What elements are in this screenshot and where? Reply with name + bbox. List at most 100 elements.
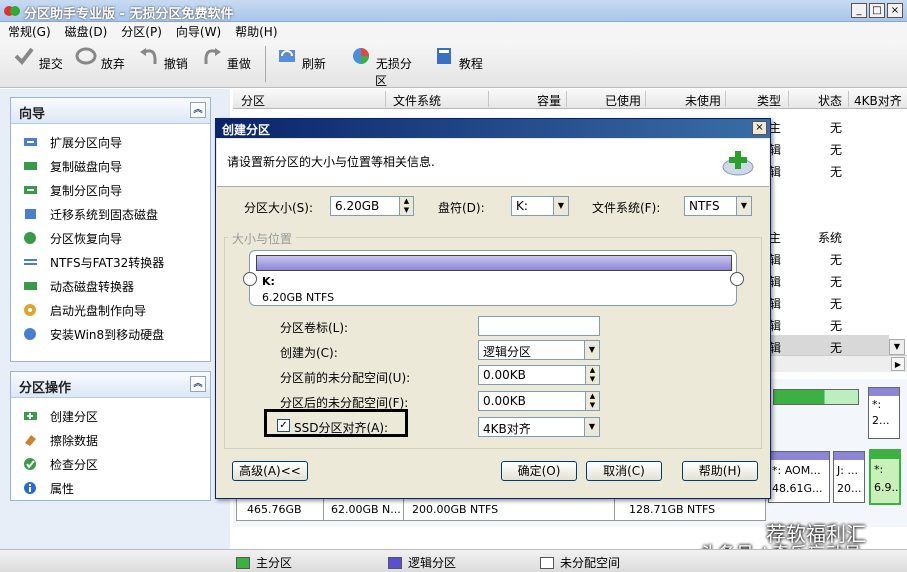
col-status[interactable]: 状态 (818, 92, 842, 109)
scroll-right-button[interactable]: ▶ (891, 357, 905, 371)
refresh-label: 刷新 (301, 57, 326, 71)
partition-block[interactable]: *: AOM... 48.61G... (768, 451, 830, 503)
info-icon (24, 482, 36, 494)
ssd-align-checkbox[interactable]: ✓ (277, 419, 290, 432)
partition-bar (256, 255, 732, 271)
size-label: 分区大小(S): (244, 201, 314, 215)
tutorial-button[interactable]: 教程 (428, 46, 488, 72)
create-partition-icon (24, 412, 37, 420)
partition-size: 6.9.. (874, 481, 899, 494)
wizard-item-recovery[interactable]: 分区恢复向导 (11, 226, 210, 250)
wizard-item-copy-disk[interactable]: 复制磁盘向导 (11, 154, 210, 178)
partition-name: *: (874, 463, 884, 476)
menu-partition[interactable]: 分区(P) (121, 23, 162, 40)
size-input[interactable]: 6.20GB (330, 196, 400, 216)
op-create-partition[interactable]: 创建分区 (11, 404, 210, 428)
wizard-item-label: 分区恢复向导 (50, 231, 123, 246)
ok-button[interactable]: 确定(O) (501, 461, 577, 481)
selected-row-highlight[interactable] (769, 335, 889, 355)
legend-unallocated: 未分配空间 (540, 554, 620, 571)
menu-general[interactable]: 常规(G) (8, 23, 51, 40)
redo-button[interactable]: 重做 (196, 46, 256, 72)
partition-3-info[interactable]: 128.71GB NTFS (629, 503, 715, 516)
check-icon (14, 47, 34, 66)
menu-disk[interactable]: 磁盘(D) (65, 23, 108, 40)
lossless-partition-button[interactable]: 无损分区 (349, 46, 413, 89)
wizard-item-win8-usb[interactable]: 安装Win8到移动硬盘 (11, 322, 210, 346)
partition-size: 20... (837, 482, 862, 495)
wizard-panel: 向导 ︽ 扩展分区向导 复制磁盘向导 复制分区向导 迁移系统到固态磁盘 分区恢复… (10, 97, 211, 362)
slider-left-handle[interactable] (243, 272, 257, 286)
partition-1-info[interactable]: 62.00GB N... (331, 503, 401, 516)
unallocated-before-spinner[interactable]: ▲ ▼ (585, 365, 600, 385)
col-used[interactable]: 已使用 (605, 92, 641, 109)
copy-disk-icon (24, 162, 37, 170)
maximize-button[interactable]: □ (869, 3, 885, 18)
wizard-item-bootable-cd[interactable]: 启动光盘制作向导 (11, 298, 210, 322)
refresh-button[interactable]: 刷新 (271, 46, 331, 72)
col-4k-align[interactable]: 4KB对齐 (854, 92, 902, 109)
discard-button[interactable]: 放弃 (70, 46, 130, 72)
col-type[interactable]: 类型 (757, 92, 781, 109)
filesystem-select[interactable]: NTFS ▼ (684, 196, 752, 216)
partition-block[interactable]: *: 2... (868, 387, 900, 439)
collapse-wizard-button[interactable]: ︽ (190, 102, 206, 118)
dialog-close-button[interactable]: × (752, 121, 767, 135)
menu-help[interactable]: 帮助(H) (235, 23, 277, 40)
cancel-button[interactable]: 取消(C) (586, 461, 662, 481)
volume-label-label: 分区卷标(L): (280, 321, 349, 335)
ssd-align-label: SSD分区对齐(A): (294, 421, 389, 435)
partition-block[interactable]: J: ... 20... (833, 451, 865, 503)
drive-letter-select[interactable]: K: ▼ (511, 196, 569, 216)
toolbar-separator (265, 46, 266, 82)
advanced-button[interactable]: 高级(A)<< (232, 461, 308, 481)
add-partition-icon (722, 151, 754, 176)
scroll-down-button[interactable]: ▼ (889, 339, 905, 355)
wizard-item-extend[interactable]: 扩展分区向导 (11, 130, 210, 154)
col-partition[interactable]: 分区 (241, 92, 265, 109)
window-title: 分区助手专业版 - 无损分区免费软件 (24, 7, 234, 22)
partition-name: *: (872, 398, 882, 411)
col-free[interactable]: 未使用 (685, 92, 721, 109)
alignment-select[interactable]: 4KB对齐 ▼ (478, 417, 600, 437)
minimize-button[interactable]: _ (851, 3, 867, 18)
wizard-item-label: 扩展分区向导 (50, 135, 123, 150)
wizard-item-label: 安装Win8到移动硬盘 (50, 327, 165, 342)
partition-size-slider[interactable]: K: 6.20GB NTFS (249, 250, 737, 306)
legend-logical: 逻辑分区 (388, 554, 456, 571)
op-wipe-data[interactable]: 擦除数据 (11, 428, 210, 452)
slider-right-handle[interactable] (730, 272, 744, 286)
undo-button[interactable]: 撤销 (133, 46, 193, 72)
wizard-item-migrate-ssd[interactable]: 迁移系统到固态磁盘 (11, 202, 210, 226)
unallocated-before-input[interactable]: 0.00KB (478, 365, 586, 385)
selected-partition-block[interactable]: *: 6.9.. (869, 449, 901, 505)
column-header: 分区 文件系统 容量 已使用 未使用 类型 状态 4KB对齐 (233, 89, 907, 109)
close-button[interactable]: × (887, 3, 903, 18)
title-bar: 分区助手专业版 - 无损分区免费软件 _ □ × (0, 0, 907, 22)
collapse-ops-button[interactable]: ︽ (190, 376, 206, 392)
help-button[interactable]: 帮助(H) (682, 461, 758, 481)
size-spinner[interactable]: ▲ ▼ (399, 196, 414, 216)
wizard-item-dynamic-disk[interactable]: 动态磁盘转换器 (11, 274, 210, 298)
partition-2-info[interactable]: 200.00GB NTFS (412, 503, 498, 516)
create-as-select[interactable]: 逻辑分区 ▼ (478, 340, 600, 360)
wizard-item-label: 迁移系统到固态磁盘 (50, 207, 159, 222)
wizard-item-ntfs-fat32[interactable]: NTFS与FAT32转换器 (11, 250, 210, 274)
volume-label-input[interactable] (478, 316, 600, 336)
chevron-down-icon: ▼ (553, 197, 568, 215)
ops-panel-header: 分区操作 ︽ (11, 372, 210, 398)
disk-partition-row: 465.76GB 62.00GB N... 200.00GB NTFS 128.… (236, 497, 766, 521)
menu-wizard[interactable]: 向导(W) (176, 23, 221, 40)
partition-name: J: ... (837, 464, 858, 477)
col-capacity[interactable]: 容量 (537, 92, 561, 109)
left-pane: 向导 ︽ 扩展分区向导 复制磁盘向导 复制分区向导 迁移系统到固态磁盘 分区恢复… (0, 89, 230, 549)
op-properties[interactable]: 属性 (11, 476, 210, 500)
commit-button[interactable]: 提交 (8, 46, 68, 72)
col-filesystem[interactable]: 文件系统 (393, 92, 441, 109)
chevron-down-icon: ▼ (584, 341, 599, 359)
unallocated-after-input[interactable]: 0.00KB (478, 391, 586, 411)
unallocated-after-spinner[interactable]: ▲ ▼ (585, 391, 600, 411)
op-check-partition[interactable]: 检查分区 (11, 452, 210, 476)
wizard-item-copy-partition[interactable]: 复制分区向导 (11, 178, 210, 202)
redo-icon (204, 48, 222, 64)
